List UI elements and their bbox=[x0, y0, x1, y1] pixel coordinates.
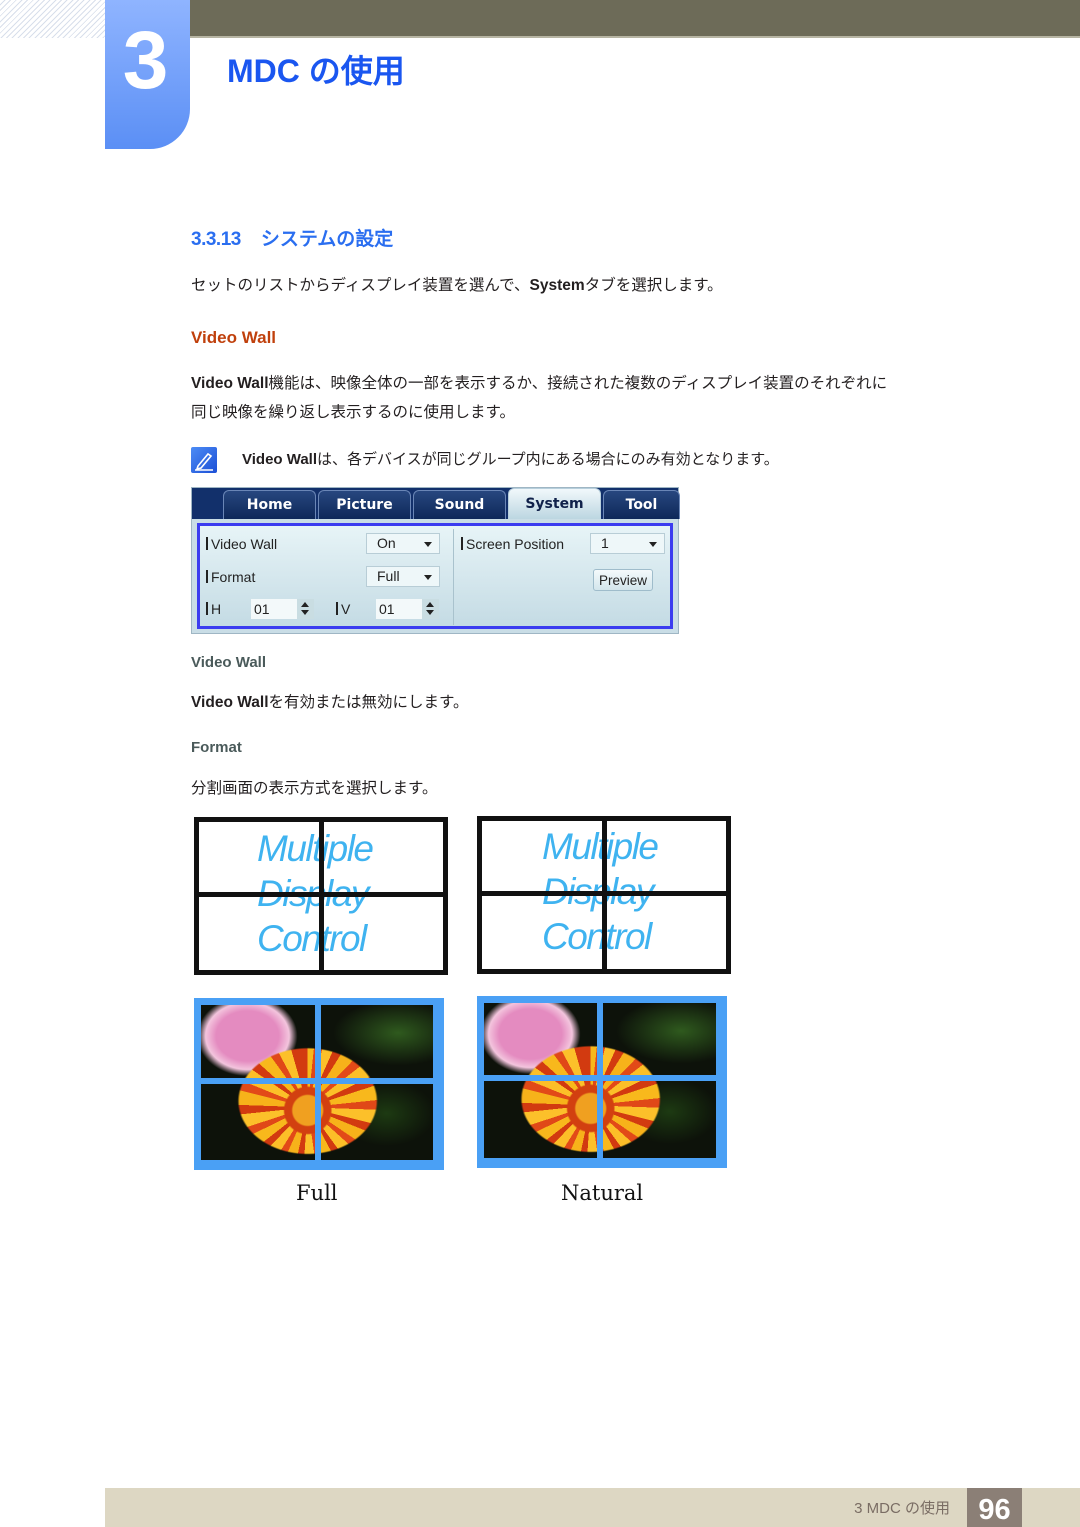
v-spinner[interactable]: 01 bbox=[376, 599, 439, 619]
diagram-line: Control bbox=[542, 916, 652, 957]
bezel-vertical bbox=[602, 821, 607, 969]
item-heading-video-wall: Video Wall bbox=[191, 654, 267, 671]
desc-bold: Video Wall bbox=[191, 375, 269, 392]
tab-tool[interactable]: Tool bbox=[603, 490, 680, 519]
chapter-badge: 3 bbox=[105, 0, 190, 149]
note-body: は、各デバイスが同じグループ内にある場合にのみ有効となります。 bbox=[317, 450, 779, 468]
tab-home[interactable]: Home bbox=[223, 490, 316, 519]
chapter-number: 3 bbox=[122, 14, 169, 106]
tab-sound[interactable]: Sound bbox=[413, 490, 506, 519]
chevron-down-icon bbox=[649, 542, 657, 547]
diagram-natural-text: Multiple Display Control bbox=[477, 816, 731, 974]
section-intro: セットのリストからディスプレイ装置を選んで、Systemタブを選択します。 bbox=[191, 271, 723, 300]
flower-image-full bbox=[194, 998, 444, 1170]
item-desc-text: を有効または無効にします。 bbox=[268, 693, 469, 711]
section-title-text: システムの設定 bbox=[260, 229, 394, 250]
chapter-title: MDC の使用 bbox=[227, 53, 405, 89]
video-wall-label: Video Wall bbox=[206, 536, 277, 552]
diagram-full-text: Multiple Display Control bbox=[194, 817, 448, 975]
note-bold: Video Wall bbox=[242, 451, 318, 468]
note-pen-icon bbox=[191, 447, 217, 473]
system-settings-body: Video Wall On Format Full H 01 V 01 Scre… bbox=[197, 523, 673, 629]
diagram-line: Control bbox=[257, 918, 367, 959]
h-value: 01 bbox=[254, 601, 270, 617]
desc-line2: 同じ映像を繰り返し表示するのに使用します。 bbox=[191, 403, 515, 421]
flower-image-natural bbox=[477, 996, 727, 1168]
section-number: 3.3.13 bbox=[191, 229, 241, 250]
item-desc-video-wall: Video Wallを有効または無効にします。 bbox=[191, 688, 468, 717]
caption-full: Full bbox=[296, 1181, 338, 1205]
h-label: H bbox=[206, 601, 221, 617]
panel-divider bbox=[453, 529, 454, 625]
spin-arrows-icon[interactable] bbox=[297, 599, 314, 619]
screen-position-select[interactable]: 1 bbox=[590, 533, 665, 554]
item-desc-bold: Video Wall bbox=[191, 694, 269, 711]
chevron-down-icon bbox=[424, 542, 432, 547]
intro-text: セットのリストからディスプレイ装置を選んで、 bbox=[191, 276, 530, 294]
bezel-vertical bbox=[319, 822, 324, 970]
item-desc-format: 分割画面の表示方式を選択します。 bbox=[191, 779, 438, 797]
format-value: Full bbox=[377, 568, 400, 584]
diagram-line: Multiple bbox=[542, 826, 659, 867]
section-title: 3.3.13 システムの設定 bbox=[191, 224, 393, 251]
screen-position-value: 1 bbox=[601, 535, 609, 551]
video-wall-select[interactable]: On bbox=[366, 533, 440, 554]
intro-suffix: タブを選択します。 bbox=[584, 276, 723, 294]
preview-button[interactable]: Preview bbox=[593, 569, 653, 591]
h-spinner[interactable]: 01 bbox=[251, 599, 314, 619]
footer-chapter-label: 3 MDC の使用 bbox=[854, 1500, 950, 1517]
diagram-line: Multiple bbox=[257, 828, 374, 869]
intro-bold: System bbox=[529, 277, 585, 294]
video-wall-heading: Video Wall bbox=[191, 328, 277, 347]
header-hatch-decoration bbox=[0, 0, 105, 38]
format-select[interactable]: Full bbox=[366, 566, 440, 587]
page-number: 96 bbox=[967, 1488, 1022, 1527]
note-text: Video Wallは、各デバイスが同じグループ内にある場合にのみ有効となります… bbox=[242, 445, 779, 474]
bezel-vertical bbox=[315, 1005, 321, 1163]
format-label: Format bbox=[206, 569, 255, 585]
item-heading-format: Format bbox=[191, 739, 242, 756]
desc-line1: 機能は、映像全体の一部を表示するか、接続された複数のディスプレイ装置のそれぞれに bbox=[268, 374, 888, 392]
chevron-down-icon bbox=[424, 575, 432, 580]
video-wall-value: On bbox=[377, 535, 396, 551]
tab-picture[interactable]: Picture bbox=[318, 490, 411, 519]
header-bar bbox=[190, 0, 1080, 38]
spin-arrows-icon[interactable] bbox=[422, 599, 439, 619]
tab-bar: Home Picture Sound System Tool bbox=[192, 488, 680, 519]
bezel-vertical bbox=[597, 1003, 603, 1161]
screen-position-label: Screen Position bbox=[461, 536, 564, 552]
v-label: V bbox=[336, 601, 350, 617]
video-wall-description: Video Wall機能は、映像全体の一部を表示するか、接続された複数のディスプ… bbox=[191, 369, 887, 426]
tab-system[interactable]: System bbox=[508, 488, 601, 519]
v-value: 01 bbox=[379, 601, 395, 617]
mdc-system-panel: Home Picture Sound System Tool Video Wal… bbox=[191, 487, 680, 634]
caption-natural: Natural bbox=[561, 1181, 644, 1205]
